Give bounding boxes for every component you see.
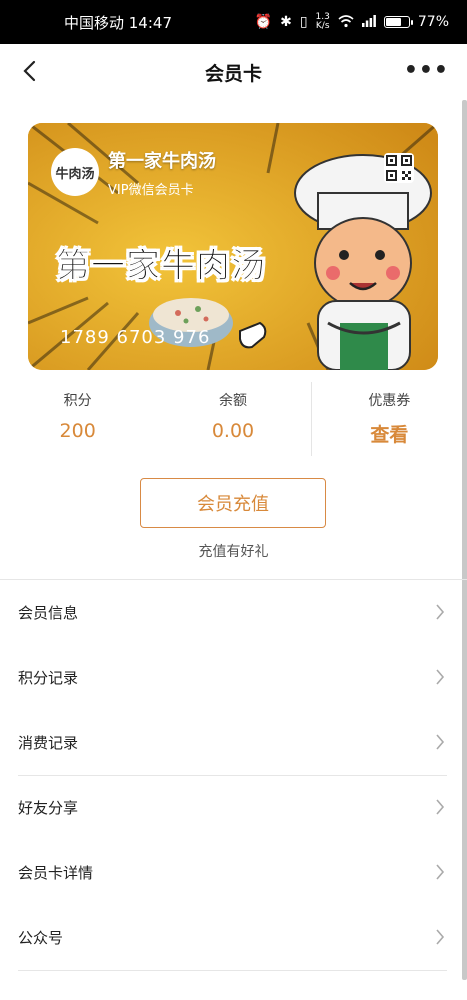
chevron-right-icon — [436, 734, 445, 750]
balance-label: 余额 — [218, 393, 247, 409]
menu-item-consumption-record[interactable]: 消费记录 — [0, 710, 467, 775]
more-button[interactable]: ••• — [404, 58, 449, 83]
signal-icon — [361, 14, 376, 30]
card-number: 1789 6703 976 — [60, 327, 211, 348]
menu-item-label: 消费记录 — [18, 734, 79, 752]
points-value: 200 — [59, 420, 96, 442]
balance-value: 0.00 — [211, 420, 255, 442]
member-stats: 积分 200 余额 0.00 优惠券 查看 — [0, 380, 467, 456]
menu-item-label: 会员卡详情 — [18, 864, 94, 882]
menu-item-official-account[interactable]: 公众号 — [0, 905, 467, 970]
recharge-button[interactable]: 会员充值 — [140, 478, 326, 528]
carrier-time: 中国移动 14:47 — [64, 13, 172, 32]
network-speed-unit: K/s — [315, 21, 330, 31]
store-logo-text: 牛肉汤 — [55, 166, 95, 182]
coupon-label: 优惠券 — [368, 393, 411, 409]
coupon-view-link[interactable]: 查看 — [370, 420, 408, 447]
chevron-right-icon — [436, 669, 445, 685]
battery-percent: 77% — [417, 14, 449, 30]
chevron-right-icon — [436, 929, 445, 945]
menu-item-label: 会员信息 — [18, 604, 79, 622]
menu-item-card-details[interactable]: 会员卡详情 — [0, 840, 467, 905]
card-type: VIP微信会员卡 — [108, 183, 194, 198]
menu-list: 会员信息 积分记录 消费记录 好友分享 会员卡详情 公众号 — [0, 579, 467, 971]
qr-code-icon[interactable] — [384, 153, 414, 183]
page-title: 会员卡 — [204, 62, 262, 85]
menu-item-label: 积分记录 — [18, 669, 79, 687]
balance-stat[interactable]: 余额 0.00 — [155, 380, 310, 456]
card-banner-text: 第一家牛肉汤 — [56, 246, 266, 287]
chevron-right-icon — [436, 604, 445, 620]
chevron-right-icon — [436, 799, 445, 815]
menu-item-share-friends[interactable]: 好友分享 — [0, 775, 467, 840]
menu-item-label: 好友分享 — [18, 799, 79, 817]
menu-item-label: 公众号 — [18, 929, 64, 947]
battery-icon — [383, 16, 413, 28]
alarm-icon: ⏰ — [254, 14, 273, 30]
wifi-icon — [338, 14, 354, 31]
chevron-right-icon — [436, 864, 445, 880]
store-logo: 牛肉汤 — [51, 148, 99, 196]
nav-bar: 会员卡 ••• — [0, 44, 467, 100]
menu-item-member-info[interactable]: 会员信息 — [0, 580, 467, 645]
back-button[interactable] — [14, 56, 44, 86]
bluetooth-icon: ✱ — [280, 14, 292, 30]
member-card[interactable]: 牛肉汤 第一家牛肉汤 VIP微信会员卡 第一家牛肉汤 1789 6703 976 — [28, 123, 438, 370]
menu-item-points-record[interactable]: 积分记录 — [0, 645, 467, 710]
status-bar: 中国移动 14:47 ⏰ ✱ ▯ 1.3 K/s 77% — [0, 0, 467, 44]
recharge-tip: 充值有好礼 — [198, 544, 269, 560]
coupon-stat[interactable]: 优惠券 查看 — [312, 380, 467, 456]
points-stat[interactable]: 积分 200 — [0, 380, 155, 456]
chevron-left-icon — [23, 60, 36, 82]
points-label: 积分 — [63, 393, 92, 409]
store-name: 第一家牛肉汤 — [108, 151, 216, 172]
vibrate-icon: ▯ — [299, 14, 308, 30]
network-speed: 1.3 K/s — [316, 13, 330, 31]
